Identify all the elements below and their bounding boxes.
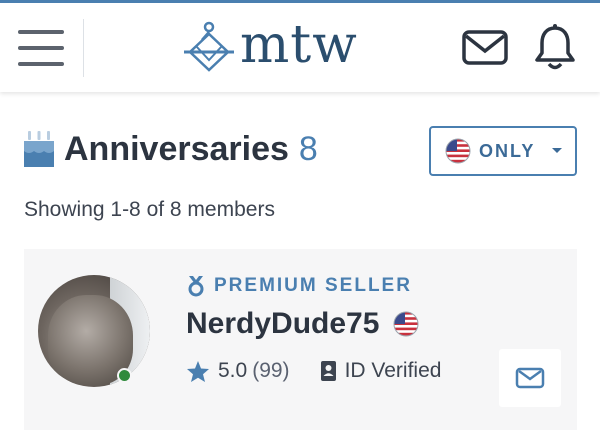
member-count: 8 <box>298 129 318 168</box>
id-card-icon <box>320 361 336 381</box>
online-status-indicator <box>117 368 132 383</box>
star-icon <box>187 360 209 382</box>
caret-down-icon <box>552 148 563 153</box>
site-logo[interactable]: mtw <box>182 17 372 79</box>
results-summary: Showing 1-8 of 8 members <box>24 198 275 221</box>
us-flag-icon <box>445 138 471 164</box>
nav-divider <box>83 19 84 77</box>
logo-text: mtw <box>240 15 358 75</box>
page-title: Anniversaries <box>64 129 289 168</box>
bell-icon <box>535 24 575 70</box>
rating-count: (99) <box>252 359 290 382</box>
id-verified-badge: ID Verified <box>320 359 442 383</box>
logo-mark-icon <box>184 21 234 72</box>
messages-button[interactable] <box>460 27 510 69</box>
us-flag-icon <box>393 311 419 337</box>
country-filter-button[interactable]: ONLY <box>429 126 577 176</box>
member-stats: 5.0 (99) ID Verified <box>186 359 441 383</box>
medal-icon <box>188 276 204 297</box>
top-nav-bar: mtw <box>0 0 600 92</box>
id-verified-label: ID Verified <box>344 359 442 382</box>
notifications-button[interactable] <box>532 23 578 73</box>
birthday-cake-icon <box>24 131 54 167</box>
message-member-button[interactable] <box>499 349 561 407</box>
seller-badge-label: PREMIUM SELLER <box>214 275 412 296</box>
member-username[interactable]: NerdyDude75 <box>186 307 379 341</box>
seller-badge: PREMIUM SELLER <box>186 275 412 297</box>
envelope-icon <box>462 30 508 65</box>
menu-button[interactable] <box>14 23 68 73</box>
rating-value: 5.0 <box>218 359 248 382</box>
member-card: PREMIUM SELLER NerdyDude75 5.0 (99) ID V… <box>24 249 577 430</box>
filter-label: ONLY <box>479 140 536 161</box>
avatar[interactable] <box>38 275 150 387</box>
hamburger-menu-icon <box>18 30 64 66</box>
username-row: NerdyDude75 <box>186 307 419 341</box>
page-heading: Anniversaries 8 <box>22 126 352 172</box>
message-icon <box>515 367 545 389</box>
